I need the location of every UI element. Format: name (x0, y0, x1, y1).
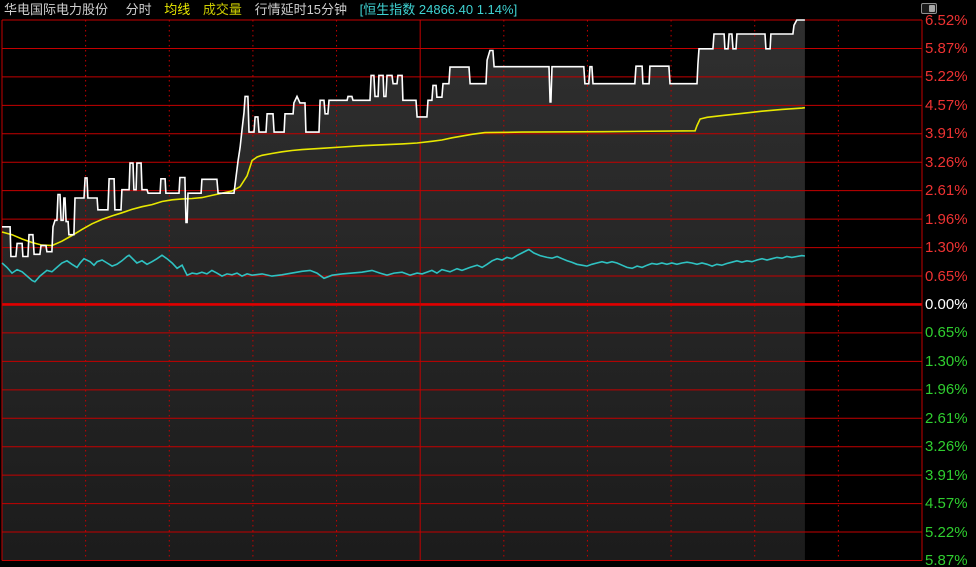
y-axis-label: 3.91% (925, 467, 975, 484)
y-axis-label: 3.26% (925, 438, 975, 455)
y-axis-label: 1.96% (925, 381, 975, 398)
intraday-chart[interactable] (0, 0, 976, 567)
y-axis-label: 5.22% (925, 68, 975, 85)
y-axis-label: 5.22% (925, 524, 975, 541)
y-axis-label: 0.65% (925, 268, 975, 285)
panel-toggle-icon[interactable] (921, 3, 937, 14)
y-axis-label: 0.00% (925, 296, 975, 313)
y-axis-label: 5.87% (925, 552, 975, 567)
y-axis-label: 2.61% (925, 410, 975, 427)
stock-name: 华电国际电力股份 (4, 2, 108, 17)
hang-seng-index-quote[interactable]: [恒生指数 24866.40 1.14%] (360, 2, 518, 17)
tab-moving-average[interactable]: 均线 (164, 2, 190, 17)
stock-app-screen: 华电国际电力股份 分时 均线 成交量 行情延时15分钟 [恒生指数 24866.… (0, 0, 976, 567)
y-axis-label: 4.57% (925, 97, 975, 114)
y-axis-label: 3.91% (925, 125, 975, 142)
delay-notice: 行情延时15分钟 (255, 2, 347, 17)
y-axis-label: 1.30% (925, 353, 975, 370)
chart-header: 华电国际电力股份 分时 均线 成交量 行情延时15分钟 [恒生指数 24866.… (4, 1, 526, 18)
tab-minute-chart[interactable]: 分时 (126, 2, 152, 17)
y-axis-label: 0.65% (925, 324, 975, 341)
y-axis-label: 4.57% (925, 495, 975, 512)
tab-volume[interactable]: 成交量 (203, 2, 242, 17)
y-axis-label: 1.30% (925, 239, 975, 256)
y-axis-label: 2.61% (925, 182, 975, 199)
y-axis-label: 6.52% (925, 12, 975, 29)
y-axis-label: 5.87% (925, 40, 975, 57)
y-axis-label: 1.96% (925, 211, 975, 228)
y-axis-label: 3.26% (925, 154, 975, 171)
panel-toggle-glyph (929, 5, 935, 12)
